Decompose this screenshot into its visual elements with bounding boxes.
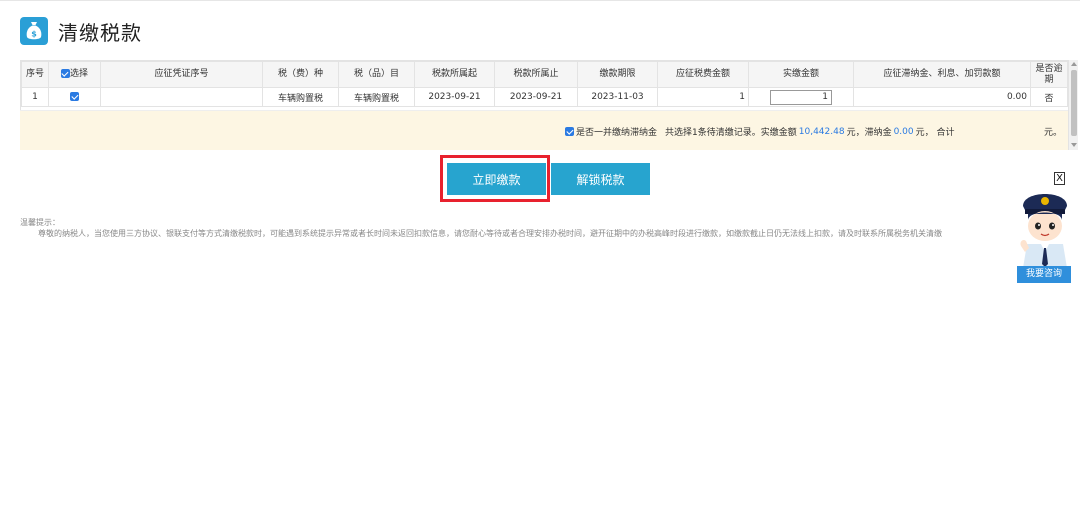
col-tax-item: 税（品）目 (338, 61, 415, 88)
late-fee-check-label: 是否一并缴纳滞纳金 (576, 128, 658, 138)
tax-officer-avatar[interactable] (1017, 186, 1073, 272)
cell-deadline: 2023-11-03 (577, 87, 658, 107)
col-paid-amount: 实缴金额 (748, 61, 854, 88)
cell-tax-amount: 1 (657, 87, 749, 107)
cell-tax-item: 车辆购置税 (338, 87, 415, 107)
close-icon[interactable]: X (1054, 172, 1065, 185)
table-header-row: 序号 选择 应征凭证序号 税（费）种 税（品）目 税款所属起 税款所属止 缴款期… (21, 61, 1068, 88)
cell-period-end: 2023-09-21 (494, 87, 578, 107)
cell-overdue: 否 (1030, 87, 1068, 107)
top-divider (0, 0, 1080, 1)
row-checkbox[interactable] (70, 92, 79, 101)
cell-late-fee: 0.00 (853, 87, 1031, 107)
late-total: 0.00 (893, 126, 914, 137)
consult-button[interactable]: 我要咨询 (1017, 266, 1071, 283)
scroll-down-arrow[interactable] (1071, 143, 1077, 147)
money-bag-icon: $ (20, 17, 48, 45)
paid-total: 10,442.48 (798, 126, 845, 137)
svg-text:$: $ (31, 30, 37, 39)
scroll-thumb[interactable] (1071, 70, 1077, 136)
summary-bar: 是否一并缴纳滞纳金 共选择1条待清缴记录。实缴金额 10,442.48 元，滞纳… (20, 110, 1068, 150)
col-select[interactable]: 选择 (48, 61, 101, 88)
col-period-end: 税款所属止 (494, 61, 578, 88)
highlight-box (440, 155, 550, 202)
select-all-checkbox[interactable] (60, 69, 70, 78)
paid-suffix: 元，滞纳金 (846, 128, 892, 138)
tips-section: 温馨提示： 尊敬的纳税人，当您使用三方协议、银联支付等方式清缴税款时，可能遇到系… (20, 217, 1038, 239)
page-header: $ 清缴税款 (20, 14, 142, 48)
table-scrollbar[interactable] (1068, 60, 1078, 150)
paid-amount-input[interactable] (770, 89, 832, 105)
cell-tax-type: 车辆购置税 (262, 87, 339, 107)
late-suffix: 元， 合计 (915, 128, 955, 138)
col-late-fee: 应征滞纳金、利息、加罚款额 (853, 61, 1031, 88)
selected-summary: 共选择1条待清缴记录。实缴金额 (665, 128, 797, 138)
cell-voucher (100, 87, 263, 107)
col-period-start: 税款所属起 (414, 61, 495, 88)
assistant-widget: X 我要咨询 (1017, 172, 1077, 284)
unlock-tax-button[interactable]: 解锁税款 (551, 163, 650, 195)
col-tax-type: 税（费）种 (262, 61, 339, 88)
col-deadline: 缴款期限 (577, 61, 658, 88)
tips-title: 温馨提示： (20, 218, 60, 227)
late-fee-checkbox[interactable] (565, 127, 574, 136)
tips-body: 尊敬的纳税人，当您使用三方协议、银联支付等方式清缴税款时，可能遇到系统提示异常或… (38, 229, 942, 238)
table-row: 1 车辆购置税 车辆购置税 2023-09-21 2023-09-21 2023… (21, 87, 1068, 107)
cell-index: 1 (21, 87, 49, 107)
col-overdue: 是否逾期 (1030, 61, 1068, 88)
summary-text: 是否一并缴纳滞纳金 共选择1条待清缴记录。实缴金额 10,442.48 元，滞纳… (565, 125, 955, 138)
page-title: 清缴税款 (58, 20, 142, 45)
cell-period-start: 2023-09-21 (414, 87, 495, 107)
cell-select[interactable] (48, 87, 101, 107)
col-index: 序号 (21, 61, 49, 88)
scroll-up-arrow[interactable] (1071, 62, 1077, 66)
col-voucher: 应征凭证序号 (100, 61, 263, 88)
cell-paid-amount (748, 87, 854, 107)
col-tax-amount: 应征税费金额 (657, 61, 749, 88)
total-unit: 元。 (1043, 128, 1062, 138)
